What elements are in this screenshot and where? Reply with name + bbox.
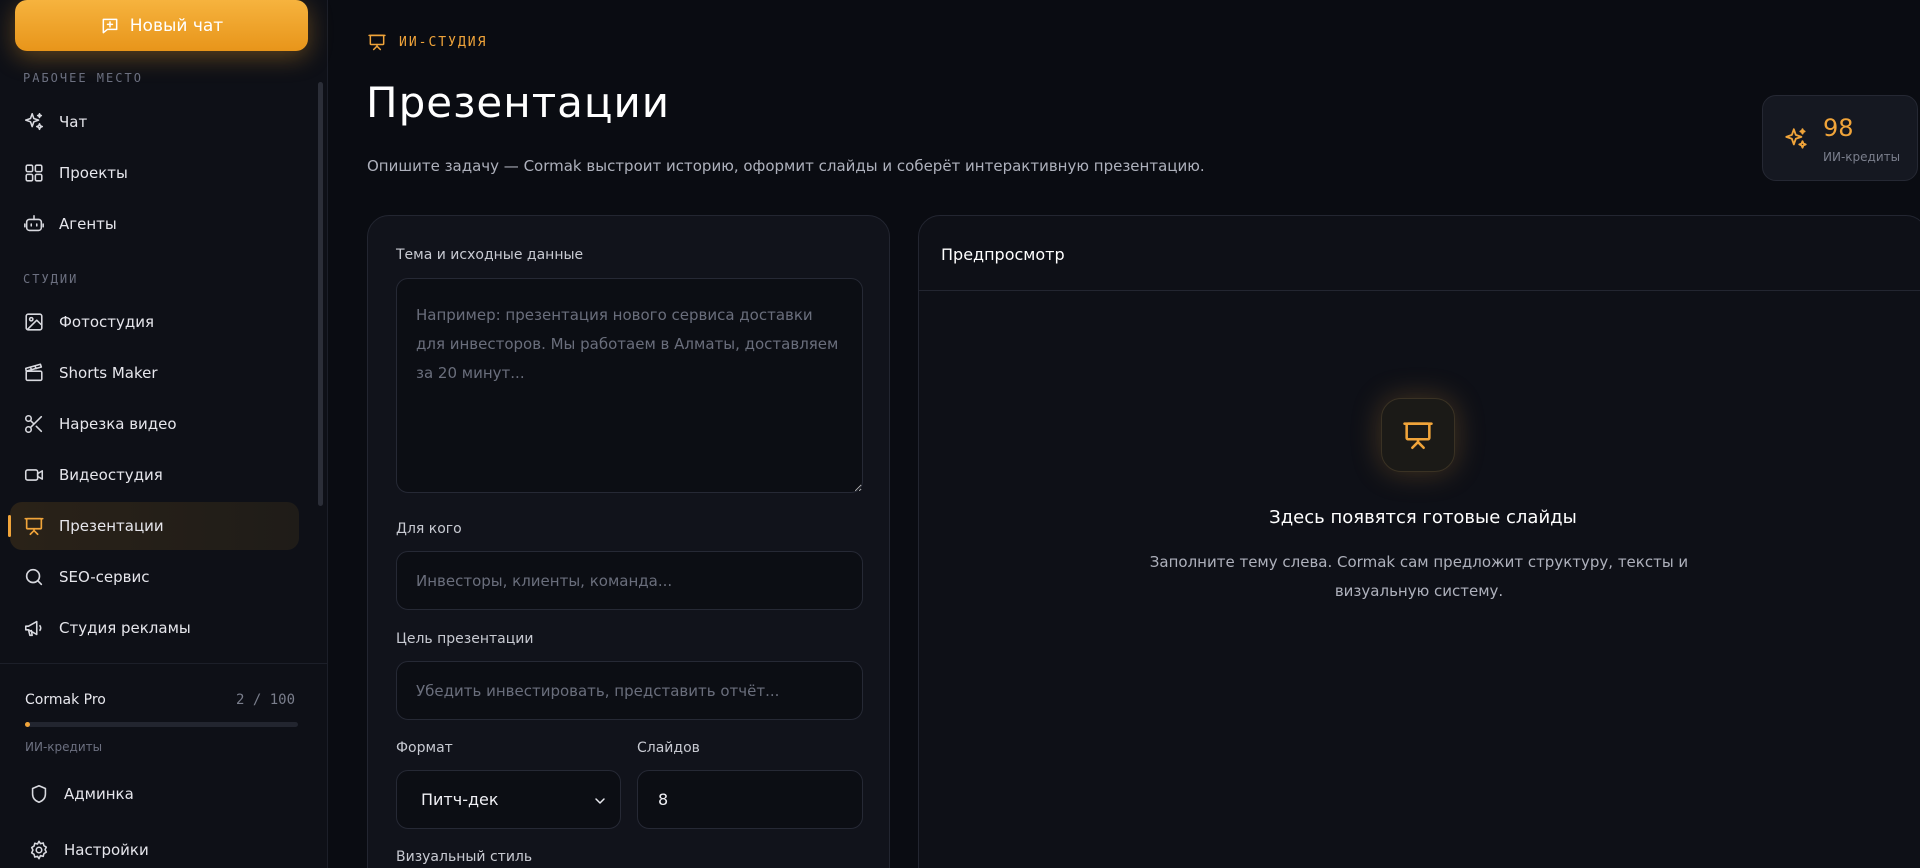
presentation-icon	[24, 517, 44, 536]
preview-header: Предпросмотр	[919, 216, 1920, 291]
sidebar-item-video-cutting[interactable]: Нарезка видео	[10, 400, 299, 448]
sidebar-item-photostudio[interactable]: Фотостудия	[10, 298, 299, 346]
plan-name: Cormak Pro	[25, 692, 106, 708]
form-panel: Тема и исходные данные Для кого Цель пре…	[367, 215, 890, 868]
preview-panel: Предпросмотр Здесь появятся готовые слай…	[918, 215, 1920, 868]
search-icon	[25, 568, 43, 586]
plan-subtitle: ИИ-кредиты	[25, 740, 103, 754]
sidebar-item-label: Студия рекламы	[59, 619, 191, 637]
page-description: Опишите задачу — Cormak выстроит историю…	[367, 157, 1205, 175]
credits-label: ИИ-кредиты	[1823, 150, 1901, 164]
empty-state-text: Заполните тему слева. Cormak сам предлож…	[1149, 553, 1689, 600]
audience-input[interactable]	[396, 551, 863, 610]
slides-label: Слайдов	[637, 740, 700, 756]
robot-icon	[24, 214, 44, 232]
goal-label: Цель презентации	[396, 631, 534, 647]
audience-label: Для кого	[396, 521, 462, 537]
sidebar-item-label: Фотостудия	[59, 313, 155, 331]
credits-value: 98	[1823, 114, 1854, 142]
credits-badge[interactable]: 98 ИИ-кредиты	[1762, 95, 1918, 181]
new-chat-button[interactable]: Новый чат	[15, 0, 308, 51]
sidebar-item-videostudio[interactable]: Видеостудия	[10, 451, 299, 499]
page-title: Презентации	[366, 78, 671, 127]
sidebar-item-label: Shorts Maker	[59, 364, 158, 382]
sidebar-item-label: Презентации	[59, 517, 164, 535]
sidebar-item-ad-studio[interactable]: Студия рекламы	[10, 604, 299, 652]
sidebar-item-agents[interactable]: Агенты	[10, 200, 299, 248]
grid-icon	[25, 164, 43, 182]
sidebar-item-label: Проекты	[59, 164, 128, 182]
video-icon	[24, 469, 44, 481]
plan-count: 2 / 100	[236, 692, 296, 708]
sidebar-item-label: Агенты	[59, 215, 117, 233]
visual-style-label: Визуальный стиль	[396, 849, 533, 865]
format-select-value: Питч-дек	[421, 790, 499, 809]
sidebar-item-chat[interactable]: Чат	[10, 98, 299, 146]
sidebar-divider	[0, 663, 327, 664]
slides-count-input[interactable]: 8	[637, 770, 863, 829]
megaphone-icon	[24, 620, 42, 637]
slides-count-value: 8	[658, 790, 669, 809]
sidebar-item-presentations[interactable]: Презентации	[8, 502, 299, 550]
sidebar-item-seo[interactable]: SEO-сервис	[10, 553, 299, 601]
sidebar-item-label: SEO-сервис	[59, 568, 150, 586]
topic-textarea[interactable]	[396, 278, 863, 493]
sidebar-item-label: Видеостудия	[59, 466, 163, 484]
gear-icon	[30, 840, 48, 860]
section-label-studios: СТУДИИ	[23, 272, 79, 286]
format-label: Формат	[396, 740, 453, 756]
chevron-down-icon	[595, 798, 605, 804]
sidebar-item-shorts-maker[interactable]: Shorts Maker	[10, 349, 299, 397]
sidebar-scrollbar[interactable]	[318, 82, 323, 506]
format-select[interactable]: Питч-дек	[396, 770, 621, 829]
presentation-icon	[368, 34, 386, 51]
sparkles-icon	[1785, 128, 1807, 149]
sidebar-item-label: Чат	[59, 113, 88, 131]
topic-label: Тема и исходные данные	[396, 247, 584, 263]
breadcrumb-label: ИИ-СТУДИЯ	[399, 34, 488, 50]
scissors-icon	[24, 414, 43, 434]
sidebar-item-admin[interactable]: Админка	[10, 770, 299, 818]
sidebar: Новый чат РАБОЧЕЕ МЕСТО Чат Проекты Аген…	[0, 0, 328, 868]
section-label-workspace: РАБОЧЕЕ МЕСТО	[23, 71, 143, 85]
sidebar-item-label: Админка	[64, 785, 134, 803]
sparkles-icon	[24, 112, 44, 131]
plan-progress-bar	[25, 722, 298, 727]
chat-plus-icon	[102, 18, 118, 33]
image-icon	[25, 313, 43, 331]
empty-state-icon-box	[1381, 398, 1455, 472]
empty-state-title: Здесь появятся готовые слайды	[1269, 507, 1577, 528]
sidebar-item-projects[interactable]: Проекты	[10, 149, 299, 197]
sidebar-item-settings[interactable]: Настройки	[10, 826, 299, 868]
sidebar-item-label: Нарезка видео	[59, 415, 177, 433]
goal-input[interactable]	[396, 661, 863, 720]
plan-progress-fill	[25, 722, 31, 727]
breadcrumb: ИИ-СТУДИЯ	[367, 32, 487, 52]
clapperboard-icon	[24, 363, 43, 382]
shield-icon	[31, 784, 47, 804]
preview-title: Предпросмотр	[941, 245, 1065, 264]
new-chat-label: Новый чат	[129, 15, 224, 36]
presentation-icon	[1403, 422, 1433, 450]
sidebar-item-label: Настройки	[64, 841, 149, 859]
